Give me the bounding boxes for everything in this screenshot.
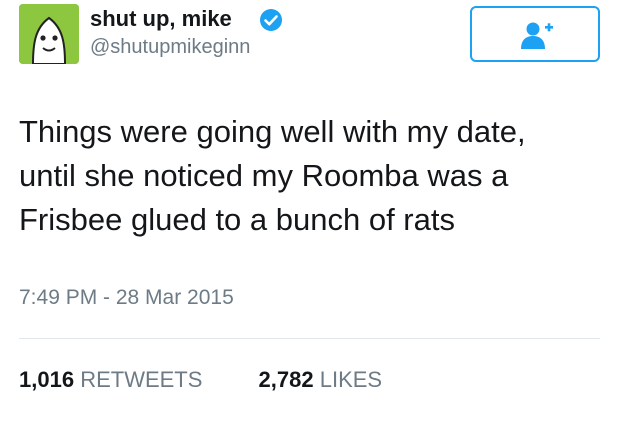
retweets-label: RETWEETS bbox=[80, 367, 203, 392]
add-user-icon bbox=[521, 22, 553, 49]
tweet-text-line: Frisbee glued to a bunch of rats bbox=[19, 202, 455, 237]
cartoon-face-icon bbox=[19, 4, 79, 64]
verified-badge-icon bbox=[260, 9, 282, 31]
user-handle[interactable]: @shutupmikeginn bbox=[90, 36, 250, 59]
likes-stat[interactable]: 2,782 LIKES bbox=[259, 367, 383, 393]
divider bbox=[19, 338, 600, 339]
tweet-text: Things were going well with my date, unt… bbox=[19, 110, 609, 242]
tweet-text-line: until she noticed my Roomba was a bbox=[19, 158, 509, 193]
retweets-count: 1,016 bbox=[19, 367, 75, 392]
display-name[interactable]: shut up, mike bbox=[90, 6, 232, 32]
tweet-timestamp[interactable]: 7:49 PM - 28 Mar 2015 bbox=[19, 286, 234, 310]
follow-button[interactable] bbox=[470, 6, 600, 62]
likes-count: 2,782 bbox=[258, 367, 314, 392]
tweet-card: shut up, mike @shutupmikeginn Things wer… bbox=[0, 0, 619, 422]
likes-label: LIKES bbox=[319, 367, 383, 392]
tweet-stats: 1,016 RETWEETS 2,782 LIKES bbox=[19, 367, 432, 393]
avatar[interactable] bbox=[19, 4, 79, 64]
retweets-stat[interactable]: 1,016 RETWEETS bbox=[19, 367, 202, 393]
tweet-text-line: Things were going well with my date, bbox=[19, 114, 526, 149]
